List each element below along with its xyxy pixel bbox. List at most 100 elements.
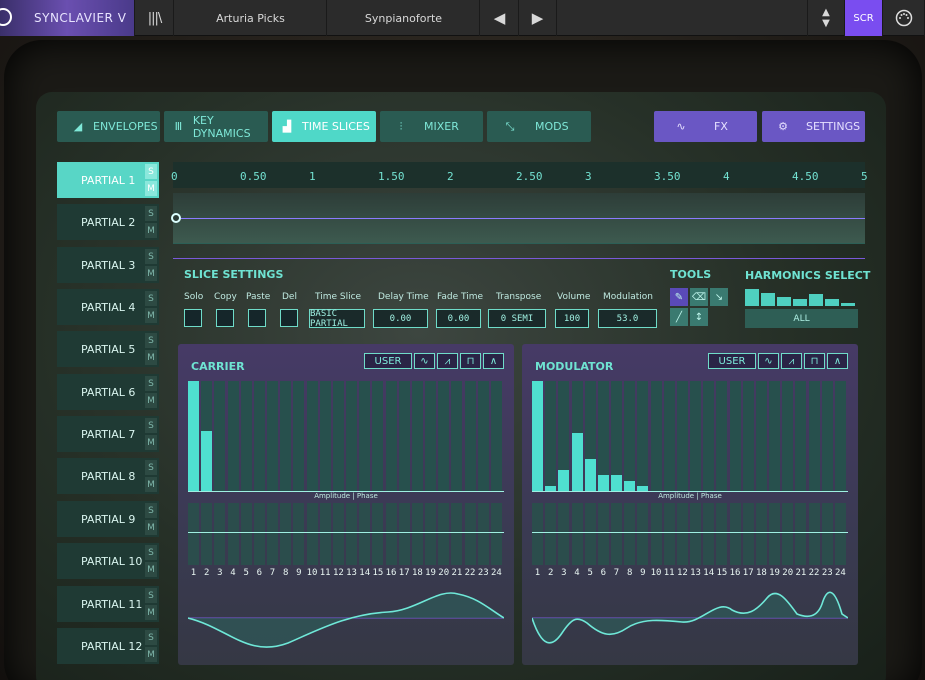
amplitude-column[interactable]: [624, 381, 636, 492]
preset-name[interactable]: Synpianoforte: [328, 0, 480, 36]
partial-4-button[interactable]: PARTIAL 4 SM: [57, 289, 159, 325]
midi-icon[interactable]: [883, 0, 925, 36]
solo-toggle[interactable]: S: [145, 249, 157, 264]
scr-button[interactable]: SCR: [845, 0, 883, 36]
triangle-wave-icon[interactable]: ∧: [827, 353, 848, 369]
amplitude-column[interactable]: [332, 381, 344, 492]
amplitude-column[interactable]: [769, 381, 781, 492]
phase-column[interactable]: [438, 503, 450, 565]
partial-2-button[interactable]: PARTIAL 2 SM: [57, 204, 159, 240]
solo-toggle[interactable]: S: [145, 630, 157, 645]
square-wave-icon[interactable]: ⊓: [460, 353, 481, 369]
amplitude-column[interactable]: [253, 381, 265, 492]
phase-column[interactable]: [346, 503, 358, 565]
vertical-tool-icon[interactable]: ↕: [690, 308, 708, 326]
harmonics-all-button[interactable]: ALL: [745, 309, 858, 328]
fade-time-field[interactable]: 0.00: [436, 309, 481, 328]
phase-column[interactable]: [306, 503, 318, 565]
volume-field[interactable]: 100: [555, 309, 589, 328]
tab-mixer[interactable]: ⫶ MIXER: [380, 111, 483, 142]
triangle-wave-icon[interactable]: ∧: [483, 353, 504, 369]
amplitude-bar[interactable]: [532, 381, 543, 492]
brand-menu[interactable]: SYNCLAVIER V: [0, 0, 135, 36]
amplitude-column[interactable]: [545, 381, 557, 492]
square-wave-icon[interactable]: ⊓: [804, 353, 825, 369]
phase-column[interactable]: [782, 503, 794, 565]
modulator-phase-editor[interactable]: [532, 503, 848, 565]
phase-column[interactable]: [834, 503, 846, 565]
phase-column[interactable]: [425, 503, 437, 565]
amplitude-column[interactable]: [346, 381, 358, 492]
amplitude-column[interactable]: [451, 381, 463, 492]
carrier-amplitude-editor[interactable]: [188, 381, 504, 492]
amplitude-column[interactable]: [240, 381, 252, 492]
tab-key-dynamics[interactable]: Ⅲ KEY DYNAMICS: [164, 111, 268, 142]
solo-button[interactable]: [184, 309, 202, 327]
phase-column[interactable]: [188, 503, 199, 565]
phase-column[interactable]: [201, 503, 213, 565]
transpose-field[interactable]: 0 SEMI: [488, 309, 546, 328]
mute-toggle[interactable]: M: [145, 647, 157, 662]
harmonic-group-bar[interactable]: [761, 293, 775, 306]
modulation-field[interactable]: 53.0: [598, 309, 657, 328]
phase-column[interactable]: [821, 503, 833, 565]
solo-toggle[interactable]: S: [145, 545, 157, 560]
amplitude-column[interactable]: [650, 381, 662, 492]
tab-mods[interactable]: ⤡ MODS: [487, 111, 591, 142]
phase-column[interactable]: [716, 503, 728, 565]
phase-column[interactable]: [597, 503, 609, 565]
phase-column[interactable]: [690, 503, 702, 565]
partial-5-button[interactable]: PARTIAL 5 SM: [57, 331, 159, 367]
phase-column[interactable]: [795, 503, 807, 565]
modulator-amplitude-editor[interactable]: [532, 381, 848, 492]
sine-wave-icon[interactable]: ∿: [758, 353, 779, 369]
harmonic-group-bar[interactable]: [793, 299, 807, 306]
select-tool-icon[interactable]: ↘: [710, 288, 728, 306]
partial-11-button[interactable]: PARTIAL 11 S M: [57, 586, 159, 622]
phase-column[interactable]: [319, 503, 331, 565]
phase-column[interactable]: [411, 503, 423, 565]
mute-toggle[interactable]: M: [145, 181, 157, 196]
amplitude-bar[interactable]: [558, 470, 570, 492]
mute-toggle[interactable]: M: [145, 605, 157, 620]
slice-marker[interactable]: [171, 213, 181, 223]
phase-column[interactable]: [398, 503, 410, 565]
solo-toggle[interactable]: S: [145, 291, 157, 306]
phase-column[interactable]: [611, 503, 623, 565]
phase-column[interactable]: [729, 503, 741, 565]
phase-column[interactable]: [637, 503, 649, 565]
pencil-tool-icon[interactable]: ✎: [670, 288, 688, 306]
solo-toggle[interactable]: S: [145, 333, 157, 348]
partial-3-button[interactable]: PARTIAL 3 SM: [57, 247, 159, 283]
phase-column[interactable]: [332, 503, 344, 565]
line-tool-icon[interactable]: ╱: [670, 308, 688, 326]
amplitude-column[interactable]: [782, 381, 794, 492]
solo-toggle[interactable]: S: [145, 460, 157, 475]
phase-column[interactable]: [703, 503, 715, 565]
phase-column[interactable]: [293, 503, 305, 565]
next-preset-button[interactable]: ▶: [519, 0, 557, 36]
collapse-icon[interactable]: ▲ ▼: [807, 0, 845, 36]
amplitude-column[interactable]: [306, 381, 318, 492]
phase-column[interactable]: [663, 503, 675, 565]
amplitude-column[interactable]: [438, 381, 450, 492]
sine-wave-icon[interactable]: ∿: [414, 353, 435, 369]
solo-toggle[interactable]: S: [145, 164, 157, 179]
amplitude-column[interactable]: [372, 381, 384, 492]
phase-column[interactable]: [240, 503, 252, 565]
phase-column[interactable]: [490, 503, 502, 565]
amplitude-column[interactable]: [214, 381, 226, 492]
solo-toggle[interactable]: S: [145, 418, 157, 433]
solo-toggle[interactable]: S: [145, 376, 157, 391]
phase-column[interactable]: [808, 503, 820, 565]
harmonic-group-bar[interactable]: [809, 294, 823, 306]
amplitude-bar[interactable]: [201, 431, 213, 492]
phase-column[interactable]: [532, 503, 543, 565]
library-icon[interactable]: |||\: [136, 0, 174, 36]
partial-10-button[interactable]: PARTIAL 10 S M: [57, 543, 159, 579]
phase-column[interactable]: [755, 503, 767, 565]
carrier-phase-editor[interactable]: [188, 503, 504, 565]
mute-toggle[interactable]: M: [145, 350, 157, 365]
partial-7-button[interactable]: PARTIAL 7 SM: [57, 416, 159, 452]
amplitude-column[interactable]: [663, 381, 675, 492]
